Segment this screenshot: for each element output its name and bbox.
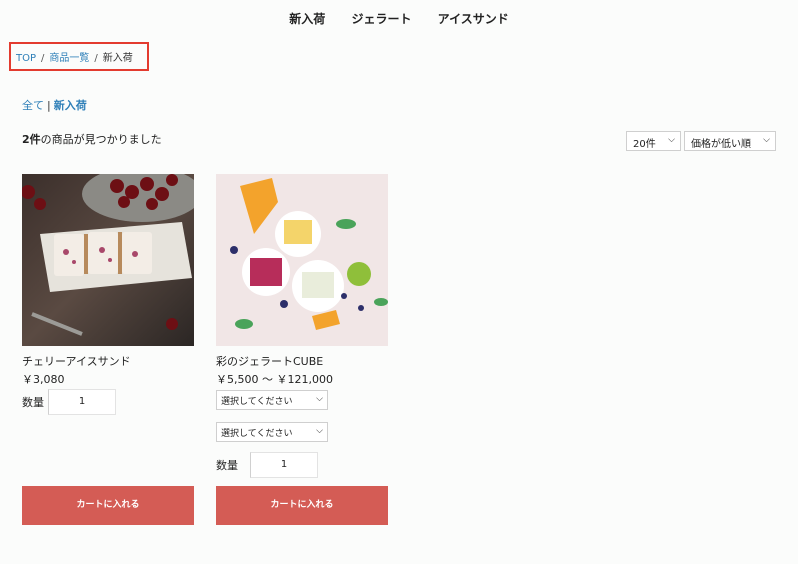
product-name[interactable]: 彩のジェラートCUBE [216,353,388,369]
nav-item-new[interactable]: 新入荷 [289,10,325,27]
result-count-text: の商品が見つかりました [40,133,162,146]
quantity-input[interactable]: 1 [48,389,116,415]
quantity-label: 数量 [216,459,238,472]
chevron-down-icon: ⌵ [668,135,675,145]
option-select-2[interactable]: 選択してください ⌵ [216,422,328,442]
option-select-value: 選択してください [221,397,293,407]
quantity-row: 数量 1 [22,389,194,415]
sort-order-select[interactable]: 価格が低い順 ⌵ [684,131,776,151]
product-name[interactable]: チェリーアイスサンド [22,353,194,369]
nav-item-gelato[interactable]: ジェラート [351,10,411,27]
category-filter: 全て | 新入荷 [22,97,87,113]
chevron-down-icon: ⌵ [316,426,323,436]
add-to-cart-button[interactable]: カートに入れる [22,486,194,525]
breadcrumb-current: 新入荷 [102,53,133,64]
breadcrumb-list-link[interactable]: 商品一覧 [49,53,89,64]
sort-order-value: 価格が低い順 [691,139,751,150]
product-card: チェリーアイスサンド ￥3,080 数量 1 [22,174,194,415]
breadcrumb-separator: / [41,53,45,64]
breadcrumb-top-link[interactable]: TOP [16,53,36,64]
global-nav: 新入荷 ジェラート アイスサンド [0,10,798,27]
per-page-select[interactable]: 20件 ⌵ [626,131,681,151]
product-price: ￥5,500 ～ ￥121,000 [216,373,333,386]
breadcrumb: TOP / 商品一覧 / 新入荷 [16,49,133,64]
product-image-gelato-cube[interactable] [216,174,388,346]
category-all-link[interactable]: 全て [22,99,44,112]
result-count: 2件の商品が見つかりました [22,131,162,147]
product-card: 彩のジェラートCUBE ￥5,500 ～ ￥121,000 選択してください ⌵… [216,174,388,478]
nav-item-ice-sand[interactable]: アイスサンド [438,10,509,27]
quantity-label: 数量 [22,396,44,409]
chevron-down-icon: ⌵ [316,394,323,404]
option-select-value: 選択してください [221,429,293,439]
product-price: ￥3,080 [22,373,65,386]
breadcrumb-separator: / [94,53,98,64]
product-image-cherry-ice-sand[interactable] [22,174,194,346]
option-select-1[interactable]: 選択してください ⌵ [216,390,328,410]
per-page-value: 20件 [633,139,656,150]
chevron-down-icon: ⌵ [763,135,770,145]
result-count-number: 2件 [22,133,41,146]
quantity-input[interactable]: 1 [250,452,318,478]
category-current[interactable]: 新入荷 [54,99,87,112]
add-to-cart-button[interactable]: カートに入れる [216,486,388,525]
category-separator: | [47,99,51,112]
quantity-row: 数量 1 [216,452,388,478]
